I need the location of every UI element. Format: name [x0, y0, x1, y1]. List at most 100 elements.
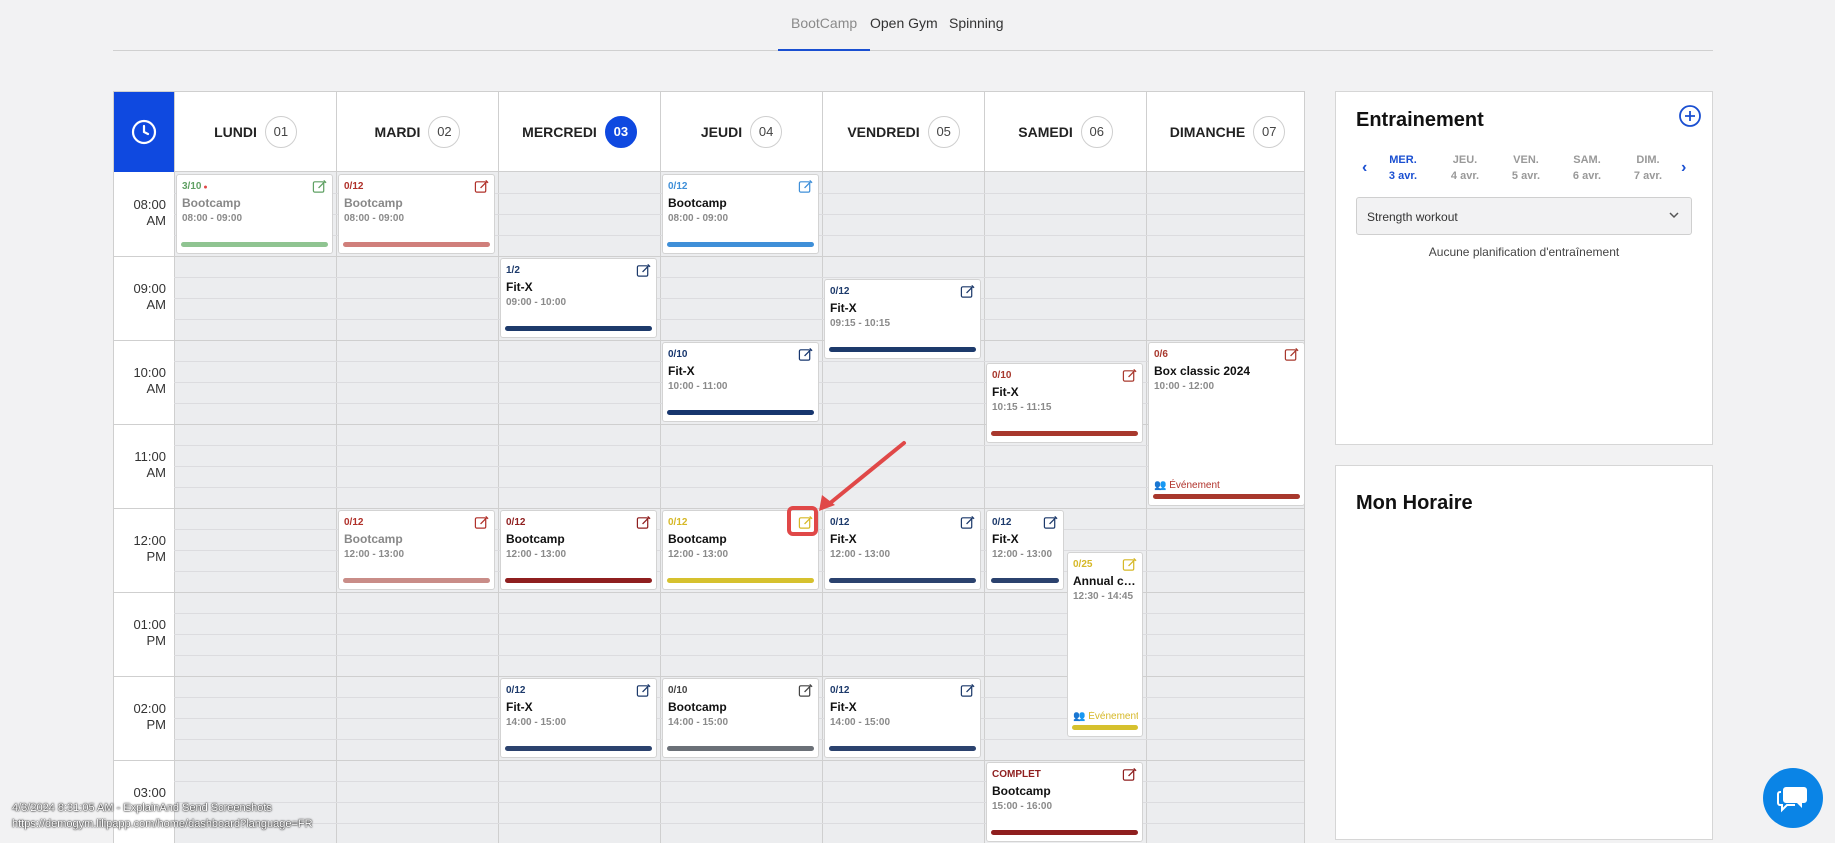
quarter-line: [174, 445, 1304, 446]
event-time: 10:15 - 11:15: [992, 402, 1052, 413]
event-type-label: 👥 Événement: [1073, 711, 1138, 722]
capacity-bar: [181, 242, 328, 247]
day-header-jeudi: JEUDI 04: [660, 92, 822, 172]
class-event-card[interactable]: 0/12 Bootcamp 12:00 - 13:00: [662, 510, 819, 590]
tab-open-gym[interactable]: Open Gym: [870, 15, 938, 49]
edit-icon[interactable]: [636, 683, 651, 698]
edit-icon[interactable]: [312, 179, 327, 194]
day-sun[interactable]: DIM. 7 avr.: [1623, 152, 1673, 184]
class-event-card[interactable]: 1/2 Fit-X 09:00 - 10:00: [500, 258, 657, 338]
edit-icon[interactable]: [1122, 767, 1137, 782]
event-title: Bootcamp: [344, 196, 403, 210]
edit-icon[interactable]: [960, 683, 975, 698]
add-circle-icon[interactable]: [1678, 104, 1702, 128]
capacity-bar: [505, 746, 652, 751]
event-time: 10:00 - 11:00: [668, 381, 728, 392]
class-event-card[interactable]: 0/12 Bootcamp 08:00 - 09:00: [338, 174, 495, 254]
capacity-bar: [829, 578, 976, 583]
class-event-card[interactable]: 0/12 Fit-X 14:00 - 15:00: [824, 678, 981, 758]
day-fri[interactable]: VEN. 5 avr.: [1501, 152, 1551, 184]
event-title: Bootcamp: [506, 532, 565, 546]
event-title: Fit-X: [506, 700, 533, 714]
event-time: 15:00 - 16:00: [992, 801, 1053, 812]
chat-button[interactable]: [1763, 768, 1823, 828]
class-event-card[interactable]: 0/12 Fit-X 12:00 - 13:00: [986, 510, 1064, 590]
day-number: 05: [927, 115, 960, 148]
capacity-bar: [991, 830, 1138, 835]
event-capacity: 0/6: [1154, 349, 1168, 360]
event-title: Bootcamp: [668, 532, 727, 546]
tab-bootcamp[interactable]: BootCamp: [778, 15, 871, 51]
time-label: 08:00 AM: [133, 197, 166, 228]
edit-icon[interactable]: [1122, 368, 1137, 383]
workout-select-value: Strength workout: [1367, 210, 1458, 224]
class-event-card[interactable]: 0/10 Fit-X 10:00 - 11:00: [662, 342, 819, 422]
time-label: 02:00 PM: [133, 701, 166, 732]
tab-spinning[interactable]: Spinning: [949, 15, 1004, 49]
edit-icon[interactable]: [798, 683, 813, 698]
class-event-card[interactable]: 0/10 Fit-X 10:15 - 11:15: [986, 363, 1143, 443]
class-event-card[interactable]: 0/12 Bootcamp 12:00 - 13:00: [338, 510, 495, 590]
day-header-lundi: LUNDI 01: [174, 92, 336, 172]
capacity-bar: [829, 347, 976, 352]
edit-icon[interactable]: [798, 179, 813, 194]
event-time: 12:00 - 13:00: [668, 549, 729, 560]
capacity-bar: [991, 578, 1059, 583]
edit-icon[interactable]: [636, 515, 651, 530]
event-time: 14:00 - 15:00: [506, 717, 567, 728]
edit-icon[interactable]: [798, 515, 813, 530]
class-event-card[interactable]: 0/12 Fit-X 14:00 - 15:00: [500, 678, 657, 758]
class-event-card[interactable]: 0/6 Box classic 2024 10:00 - 12:00 👥 Événem…: [1148, 342, 1304, 506]
capacity-bar: [829, 746, 976, 751]
edit-icon[interactable]: [636, 263, 651, 278]
class-event-card[interactable]: 0/12 Bootcamp 12:00 - 13:00: [500, 510, 657, 590]
edit-icon[interactable]: [798, 347, 813, 362]
chevron-down-icon: [1669, 212, 1679, 219]
class-event-card[interactable]: 0/10 Bootcamp 14:00 - 15:00: [662, 678, 819, 758]
day-name: DIMANCHE: [1169, 123, 1246, 140]
event-time: 14:00 - 15:00: [668, 717, 729, 728]
edit-icon[interactable]: [960, 284, 975, 299]
class-event-card[interactable]: 0/12 Fit-X 09:15 - 10:15: [824, 279, 981, 359]
footer-url: https://demogym.lilipapp.com/home/dashbo…: [12, 818, 313, 830]
event-type-label: 👥 Événement: [1154, 480, 1220, 491]
time-label: 09:00 AM: [133, 281, 166, 312]
event-capacity: 1/2: [506, 265, 520, 276]
hour-line: [114, 256, 1304, 257]
hour-line: [114, 508, 1304, 509]
class-event-card[interactable]: 0/12 Bootcamp 08:00 - 09:00: [662, 174, 819, 254]
edit-icon[interactable]: [1284, 347, 1299, 362]
workout-select[interactable]: Strength workout: [1356, 197, 1692, 235]
event-capacity: 0/12: [830, 517, 850, 528]
class-event-card[interactable]: 0/12 Fit-X 12:00 - 13:00: [824, 510, 981, 590]
prev-week-icon[interactable]: ‹: [1362, 159, 1367, 177]
event-title: Bootcamp: [992, 784, 1051, 798]
event-title: Fit-X: [992, 532, 1019, 546]
status-dot: ●: [201, 184, 208, 191]
event-capacity: 0/10: [668, 349, 688, 360]
class-event-card[interactable]: 0/25 Annual competition 12:30 - 14:45 👥 Évé…: [1067, 552, 1143, 737]
edit-icon[interactable]: [474, 515, 489, 530]
day-thu[interactable]: JEU. 4 avr.: [1440, 152, 1490, 184]
class-event-card[interactable]: COMPLET Bootcamp 15:00 - 16:00: [986, 762, 1143, 842]
day-header-samedi: SAMEDI 06: [984, 92, 1146, 172]
event-time: 08:00 - 09:00: [344, 213, 405, 224]
time-label: 10:00 AM: [133, 365, 166, 396]
next-week-icon[interactable]: ›: [1681, 159, 1686, 177]
event-capacity: 0/12: [668, 517, 688, 528]
capacity-bar: [667, 746, 814, 751]
quarter-line: [174, 319, 1304, 320]
day-name: MERCREDI: [522, 123, 597, 140]
event-capacity: 0/12: [506, 685, 526, 696]
edit-icon[interactable]: [1122, 557, 1137, 572]
event-capacity: COMPLET: [992, 769, 1041, 780]
time-label: 12:00 PM: [133, 533, 166, 564]
day-wed[interactable]: MER. 3 avr.: [1378, 152, 1428, 184]
class-event-card[interactable]: 3/10 ● Bootcamp 08:00 - 09:00: [176, 174, 333, 254]
edit-icon[interactable]: [474, 179, 489, 194]
edit-icon[interactable]: [960, 515, 975, 530]
day-sat[interactable]: SAM. 6 avr.: [1562, 152, 1612, 184]
event-time: 08:00 - 09:00: [668, 213, 729, 224]
edit-icon[interactable]: [1043, 515, 1058, 530]
day-header-mercredi: MERCREDI 03: [498, 92, 660, 172]
